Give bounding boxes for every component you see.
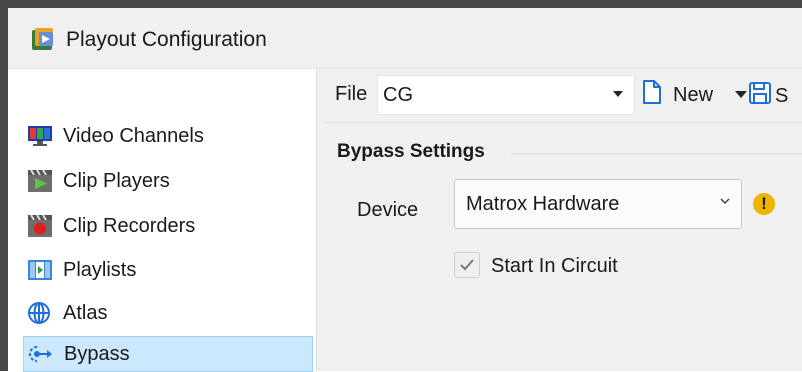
sidebar-item-label: Clip Recorders — [63, 214, 196, 237]
file-select-value: CG — [383, 84, 413, 106]
sidebar-item-video-channels[interactable]: Video Channels — [23, 118, 313, 154]
monitor-icon — [27, 123, 57, 149]
sidebar-item-atlas[interactable]: Atlas — [23, 295, 313, 331]
save-button[interactable]: S — [749, 79, 788, 113]
save-button-label: S — [775, 84, 789, 107]
bypass-icon — [28, 341, 58, 367]
sidebar-item-label: Playlists — [63, 258, 137, 281]
sidebar-item-bypass[interactable]: Bypass — [23, 336, 313, 372]
file-dropdown-arrow-icon[interactable] — [613, 91, 623, 97]
bypass-settings-title: Bypass Settings — [337, 141, 485, 162]
sidebar-item-label: Video Channels — [63, 124, 204, 147]
chevron-down-icon — [719, 194, 731, 212]
window-frame-top — [0, 0, 802, 8]
checkmark-icon — [460, 259, 474, 271]
file-label: File — [335, 83, 368, 105]
sidebar-item-playlists[interactable]: Playlists — [23, 252, 313, 288]
start-in-circuit-checkbox[interactable] — [454, 252, 480, 278]
sidebar-item-clip-players[interactable]: Clip Players — [23, 163, 313, 199]
toolbar-divider — [325, 122, 802, 123]
warning-icon[interactable]: ! — [753, 193, 775, 215]
sidebar-item-label: Atlas — [63, 301, 108, 324]
device-select[interactable]: Matrox Hardware — [454, 179, 742, 229]
window-frame-left — [0, 0, 8, 371]
globe-icon — [27, 300, 57, 326]
clapper-record-icon — [27, 213, 57, 239]
playlist-icon — [27, 257, 57, 283]
save-icon — [749, 82, 771, 110]
file-select[interactable]: CG — [377, 75, 635, 115]
clapper-play-icon — [27, 168, 57, 194]
start-in-circuit-label: Start In Circuit — [491, 255, 618, 277]
device-select-value: Matrox Hardware — [466, 193, 620, 215]
sidebar-item-label: Clip Players — [63, 169, 170, 192]
main-panel: File CG New S Bypass Settings Device Mat… — [316, 69, 802, 371]
sidebar-item-clip-recorders[interactable]: Clip Recorders — [23, 208, 313, 244]
new-button-label: New — [673, 83, 714, 106]
sidebar: Video Channels Clip Players Clip Recorde… — [8, 69, 316, 372]
new-document-icon — [643, 80, 661, 110]
group-divider — [511, 153, 802, 154]
title-bar: Playout Configuration — [8, 8, 802, 69]
device-label: Device — [357, 199, 419, 221]
new-button[interactable]: New — [643, 77, 713, 113]
new-dropdown-caret-icon[interactable] — [735, 91, 747, 98]
sidebar-item-label: Bypass — [64, 342, 130, 365]
app-icon — [30, 26, 58, 52]
window-title: Playout Configuration — [66, 28, 267, 51]
